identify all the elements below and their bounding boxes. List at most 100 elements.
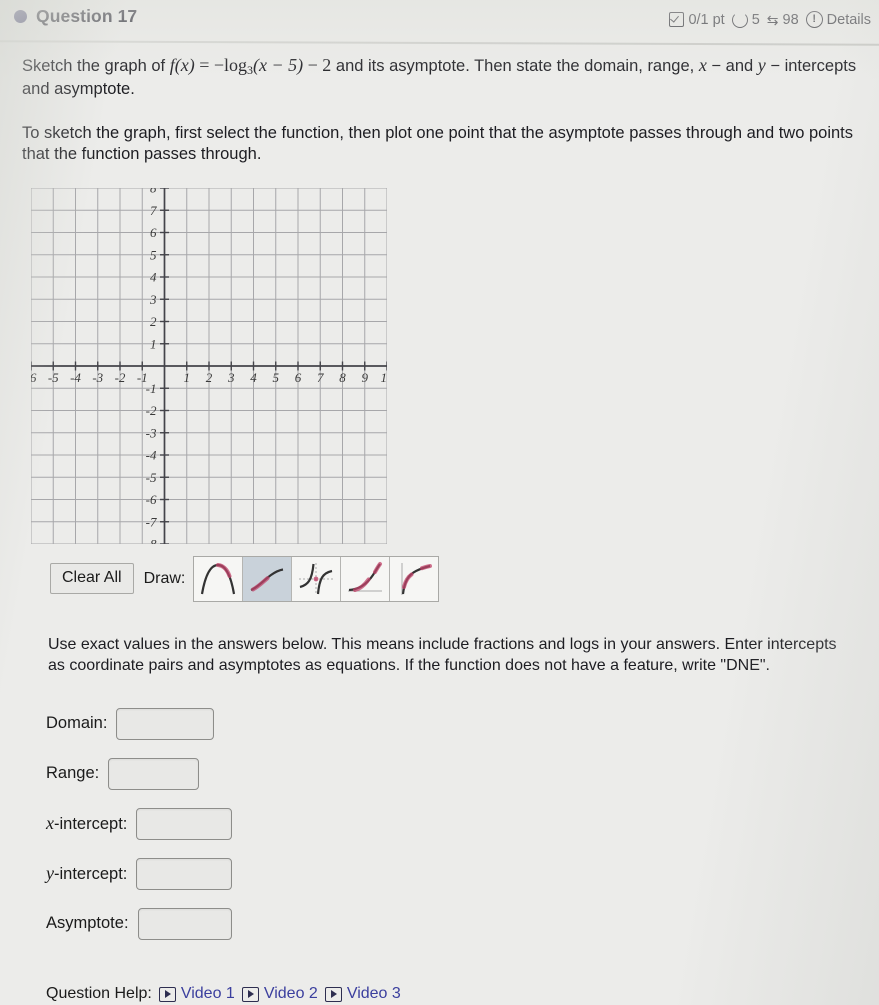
video-1-label: Video 1 [180, 985, 235, 1002]
axis-tick-label: 7 [150, 203, 157, 218]
question-status-dot [14, 10, 27, 23]
axis-tick-label: 3 [227, 370, 235, 385]
axis-tick-label: -2 [146, 403, 157, 418]
axis-tick-label: -6 [31, 370, 37, 385]
answer-row-range: Range: [46, 749, 879, 799]
function-variable: x [180, 55, 189, 75]
axis-tick-label: -3 [92, 370, 103, 385]
x-intercept-input[interactable] [136, 807, 233, 840]
draw-toolbar: Clear All Draw: [50, 555, 879, 602]
axis-tick-label: -8 [146, 536, 157, 544]
answer-row-y-intercept: y-intercept: [46, 849, 879, 899]
answer-row-x-intercept: x-intercept: [46, 799, 879, 849]
axis-tick-label: 1 [150, 336, 157, 351]
video-1-link[interactable]: Video 1 [158, 985, 235, 1003]
function-equals: = [194, 55, 214, 75]
prompt-y-var: y [757, 55, 766, 75]
axis-tick-label: 2 [150, 314, 157, 329]
question-help-label: Question Help: [46, 985, 152, 1002]
video-2-label: Video 2 [263, 985, 318, 1002]
answer-fields: Domain: Range: x-intercept: y-intercept:… [46, 699, 879, 949]
x-intercept-var: x [46, 813, 54, 834]
page-title: Question 17 [36, 6, 138, 26]
video-2-link[interactable]: Video 2 [241, 985, 318, 1003]
axis-tick-label: 8 [150, 188, 157, 196]
radical-tool-button[interactable] [243, 556, 293, 601]
axis-tick-label: -2 [115, 370, 126, 385]
axis-tick-label: 3 [149, 292, 157, 307]
function-argument: (x − 5) [253, 55, 304, 75]
prompt-line1-pre: Sketch the graph of [22, 57, 170, 75]
clear-all-button[interactable]: Clear All [50, 563, 134, 595]
play-icon [241, 986, 259, 1002]
details-label: Details [826, 11, 871, 28]
axis-tick-label: 4 [250, 370, 257, 385]
exponential-tool-button[interactable] [341, 556, 391, 601]
details-button[interactable]: ! Details [805, 11, 871, 28]
x-intercept-label-text: -intercept: [54, 815, 128, 834]
swap-arrows-icon: ⇆ [766, 11, 779, 28]
answer-row-domain: Domain: [46, 699, 879, 749]
axis-tick-label: 6 [150, 225, 157, 240]
function-negation: − [213, 55, 225, 75]
exponential-icon [348, 561, 383, 592]
axis-tick-label: 6 [295, 370, 302, 385]
axis-tick-label: 2 [206, 370, 213, 385]
axis-tick-label: -6 [146, 492, 157, 507]
axis-tick-label: -5 [146, 470, 157, 485]
prompt-line2-pre: and [725, 57, 758, 75]
x-intercept-label: x-intercept: [46, 813, 127, 834]
prompt-line1-dash: − [706, 57, 722, 75]
views-value: 98 [782, 11, 799, 28]
axis-tick-label: 5 [150, 247, 157, 262]
axis-tick-label: -4 [146, 447, 157, 462]
function-constant: − 2 [303, 55, 332, 75]
axis-tick-label: -5 [48, 370, 59, 385]
range-label: Range: [46, 764, 100, 783]
question-title-group: Question 17 [14, 0, 137, 27]
rational-icon [299, 562, 334, 595]
domain-label: Domain: [46, 714, 108, 733]
attempts-group: 5 [731, 11, 760, 28]
radical-icon [250, 568, 284, 592]
draw-tool-group [193, 555, 440, 602]
prompt-x-var: x [698, 55, 707, 75]
question-prompt: Sketch the graph of f(x) = −log3(x − 5) … [22, 54, 861, 101]
axis-tick-label: 8 [339, 370, 346, 385]
range-input[interactable] [108, 757, 200, 790]
circular-arrow-icon [731, 11, 748, 28]
question-header: Question 17 0/1 pt 5 ⇆ 98 ! Details [0, 0, 879, 40]
axis-tick-label: -1 [146, 381, 157, 396]
grid-svg[interactable]: -6-5-4-3-2-112345678910 87654321-1-2-3-4… [31, 187, 387, 544]
play-icon [158, 986, 176, 1002]
axis-tick-label: 7 [317, 370, 324, 385]
logarithmic-tool-button[interactable] [390, 556, 439, 601]
x-axis-labels: -6-5-4-3-2-112345678910 [31, 370, 387, 385]
parabola-tool-button[interactable] [194, 556, 244, 601]
axis-tick-label: 9 [362, 370, 369, 385]
checkbox-check-icon [669, 12, 685, 27]
attempts-value: 5 [751, 11, 760, 28]
axis-tick-label: 1 [184, 370, 191, 385]
parabola-icon [201, 562, 236, 594]
question-meta: 0/1 pt 5 ⇆ 98 ! Details [669, 0, 871, 28]
asymptote-input[interactable] [137, 907, 232, 940]
y-intercept-var: y [46, 863, 54, 884]
header-divider [0, 40, 879, 46]
domain-input[interactable] [116, 707, 215, 740]
coordinate-grid[interactable]: -6-5-4-3-2-112345678910 87654321-1-2-3-4… [31, 187, 387, 544]
play-icon [324, 986, 342, 1002]
video-3-link[interactable]: Video 3 [324, 985, 401, 1003]
y-intercept-label: y-intercept: [46, 863, 127, 884]
answer-instructions: Use exact values in the answers below. T… [48, 635, 837, 675]
axis-tick-label: -4 [70, 370, 81, 385]
function-log: log [224, 55, 248, 75]
draw-label: Draw: [143, 569, 186, 587]
prompt-line1-post: and its asymptote. Then state the domain… [331, 57, 699, 75]
sketch-instructions: To sketch the graph, first select the fu… [22, 123, 854, 164]
rational-tool-button[interactable] [292, 556, 342, 601]
answer-row-asymptote: Asymptote: [46, 899, 879, 949]
points-group: 0/1 pt [669, 12, 725, 28]
y-intercept-input[interactable] [136, 857, 233, 890]
axis-tick-label: -3 [146, 425, 157, 440]
